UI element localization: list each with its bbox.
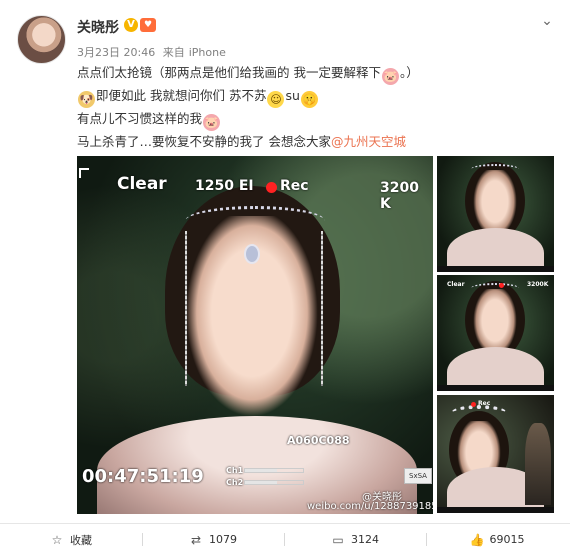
thumb-bar: [437, 507, 554, 513]
rec-dot-icon: [471, 402, 476, 407]
favorite-label: 收藏: [70, 533, 92, 547]
smile-emoji-icon: ☺: [267, 91, 285, 108]
thumbnail-1[interactable]: [437, 156, 554, 272]
comment-button[interactable]: ▭ 3124: [284, 524, 426, 554]
thumb-bar: [437, 385, 554, 391]
thumb-bar: [437, 266, 554, 272]
chevron-down-icon[interactable]: ⌄: [539, 13, 555, 29]
post-source: iPhone: [188, 46, 226, 59]
photo-gem: [244, 244, 260, 264]
hud-media-badge: SxSA: [404, 468, 432, 484]
post-line-4: 马上杀青了…要恢复不安静的我了 会想念大家@九州天空城: [77, 131, 547, 152]
action-bar: ☆ 收藏 ⇄ 1079 ▭ 3124 👍 69015: [0, 523, 570, 554]
like-count: 69015: [489, 533, 525, 546]
audio-meter-ch1: [244, 468, 304, 473]
hud-timecode: 00:47:51:19: [82, 466, 204, 487]
pig-emoji-icon: 🐷: [381, 68, 399, 85]
hud-rec-label: Rec: [280, 178, 309, 194]
favorite-button[interactable]: ☆ 收藏: [0, 524, 142, 554]
thumbnail-3[interactable]: Rec: [437, 395, 554, 513]
thumb-second-person: [525, 423, 551, 505]
post-line-4-text: 马上杀青了…要恢复不安静的我了 会想念大家: [77, 134, 331, 149]
avatar[interactable]: [17, 15, 66, 64]
audio-meter-ch2: [244, 480, 304, 485]
post-meta: 3月23日 20:46 来自 iPhone: [77, 44, 230, 60]
photo-chain-right: [321, 231, 323, 386]
hud-exposure-index: 1250 EI: [195, 178, 254, 194]
verified-badge-icon: V: [124, 18, 138, 32]
post-date[interactable]: 3月23日 20:46: [77, 46, 155, 59]
post-source-prefix: 来自: [162, 46, 185, 59]
comment-count: 3124: [351, 533, 379, 546]
post-line-2: 🐶 即便如此 我就想问你们 苏不苏 ☺ su 🤫: [77, 85, 547, 108]
repost-icon: ⇄: [190, 532, 202, 547]
post-line-3: 有点儿不习惯这样的我 🐷: [77, 108, 547, 131]
star-outline-icon: ☆: [51, 532, 63, 547]
dog-emoji-icon: 🐶: [78, 91, 95, 108]
thumb-headpiece: [471, 283, 519, 293]
username[interactable]: 关晓彤: [77, 17, 119, 37]
hud-ch1-label: Ch1: [226, 466, 244, 475]
hud-clip-code: A060C088: [287, 434, 350, 447]
repost-count: 1079: [209, 533, 237, 546]
post-line-2-mid: su: [285, 88, 300, 103]
like-button[interactable]: 👍 69015: [426, 524, 568, 554]
post-line-2-text: 即便如此 我就想问你们 苏不苏: [96, 88, 267, 103]
mention-link[interactable]: @九州天空城: [331, 134, 406, 149]
thumbs-up-icon: 👍: [469, 532, 485, 547]
pig-emoji-icon: 🐷: [203, 114, 221, 131]
hud-clear-label: Clear: [117, 174, 167, 194]
comment-icon: ▭: [332, 532, 344, 547]
post-line-1-tail: 。）: [399, 65, 419, 80]
thumb-headpiece: [451, 405, 507, 421]
photo-chain-left: [185, 231, 187, 386]
thumbnail-2[interactable]: Clear 3200K: [437, 275, 554, 391]
photo-headpiece: [185, 206, 325, 236]
thumb-hud-right: 3200K: [527, 281, 549, 288]
rec-dot-icon: [499, 283, 504, 288]
main-photo[interactable]: Clear 1250 EI Rec 3200 K A060C088 00:47:…: [77, 156, 433, 514]
thumb-headpiece: [471, 164, 519, 174]
post-line-1: 点点们太抢镜（那两点是他们给我画的 我一定要解释下 🐷。）: [77, 62, 547, 85]
thumb-hud-rec: Rec: [478, 400, 491, 407]
post-line-1-text: 点点们太抢镜（那两点是他们给我画的 我一定要解释下: [77, 65, 381, 80]
thumb-hud-left: Clear: [447, 281, 465, 288]
post-line-3-text: 有点儿不习惯这样的我: [77, 111, 203, 126]
repost-button[interactable]: ⇄ 1079: [142, 524, 284, 554]
post-text: 点点们太抢镜（那两点是他们给我画的 我一定要解释下 🐷。） 🐶 即便如此 我就想问你…: [77, 62, 547, 152]
vip-badge-icon: ♥: [140, 18, 156, 32]
rec-dot-icon: [266, 182, 277, 193]
hud-color-temp: 3200 K: [380, 180, 419, 212]
watermark-url: weibo.com/u/1288739185: [307, 501, 433, 512]
hud-ch2-label: Ch2: [226, 478, 244, 487]
shh-emoji-icon: 🤫: [300, 91, 318, 108]
